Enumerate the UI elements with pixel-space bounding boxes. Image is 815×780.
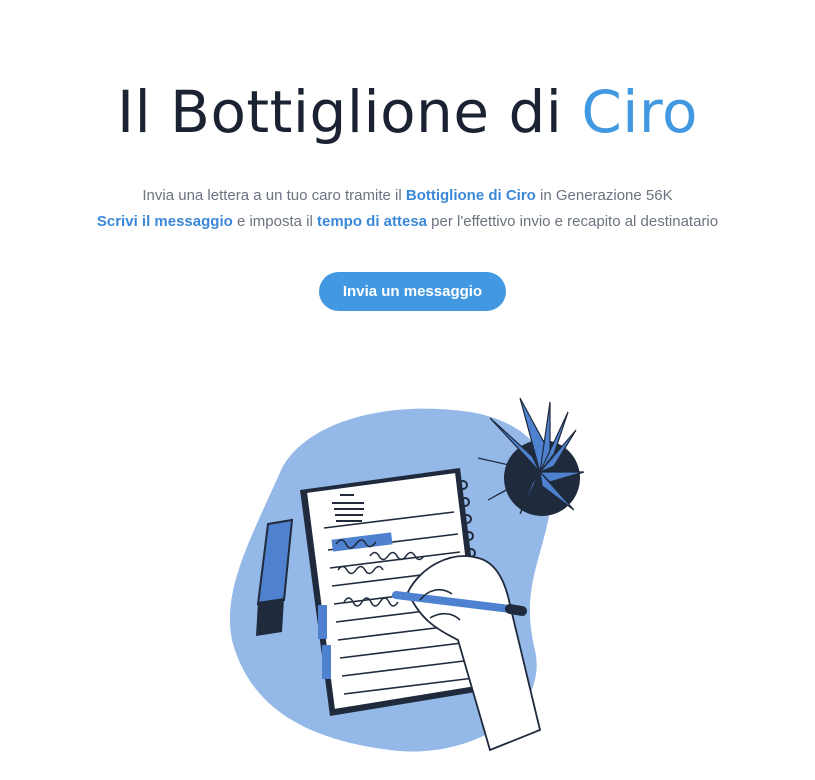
title-accent: Ciro [581, 78, 698, 146]
intro-highlight-bottiglione: Bottiglione di Ciro [405, 187, 536, 204]
letter-writing-illustration [229, 397, 585, 752]
intro-highlight-scrivi: Scrivi il messaggio [96, 213, 233, 230]
intro-highlight-tempo: tempo di attesa [316, 213, 428, 230]
intro-text: Invia una lettera a un tuo caro tramite … [0, 183, 815, 235]
title-main: Il Bottiglione di [117, 78, 582, 146]
intro-line-2: Scrivi il messaggio e imposta il tempo d… [0, 209, 815, 235]
page-title: Il Bottiglione di Ciro [0, 78, 815, 146]
intro-line-1: Invia una lettera a un tuo caro tramite … [0, 183, 815, 209]
send-message-button[interactable]: Invia un messaggio [319, 272, 506, 311]
intro-line-2-post: per l'effettivo invio e recapito al dest… [427, 213, 719, 230]
intro-line-1-post: in Generazione 56K [535, 187, 673, 204]
page: Il Bottiglione di Ciro Invia una lettera… [0, 0, 815, 780]
intro-line-1-pre: Invia una lettera a un tuo caro tramite … [142, 187, 406, 204]
intro-line-2-mid: e imposta il [232, 213, 317, 230]
